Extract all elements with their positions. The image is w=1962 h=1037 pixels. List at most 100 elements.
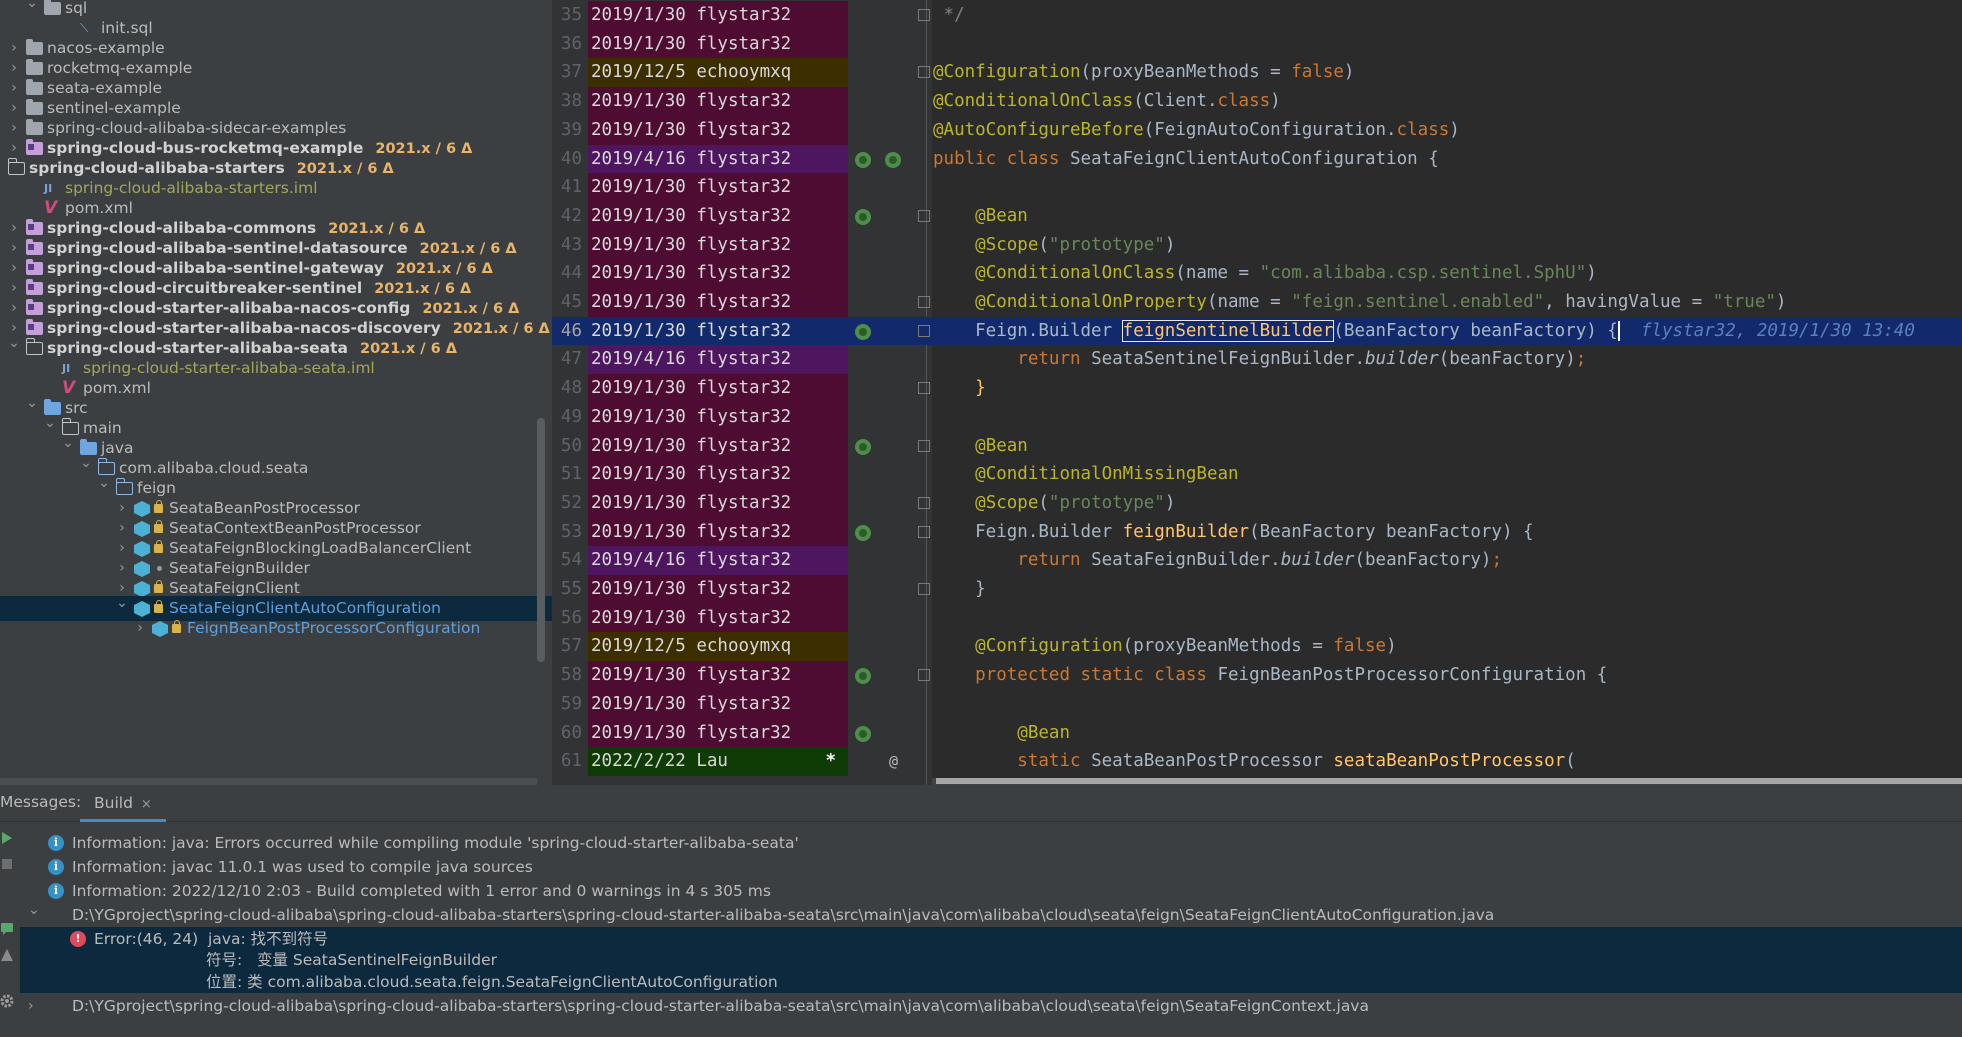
- fold-toggle-icon[interactable]: [918, 439, 930, 452]
- fold-toggle-icon[interactable]: [918, 66, 930, 79]
- gear-icon[interactable]: [0, 994, 14, 1008]
- close-icon[interactable]: ×: [141, 797, 152, 812]
- blame-annotation[interactable]: 2019/1/30 flystar32: [588, 87, 848, 116]
- code-line[interactable]: Feign.Builder feignSentinelBuilder(BeanF…: [932, 316, 1962, 346]
- chevron-down-icon[interactable]: ⌄: [24, 391, 40, 416]
- fold-toggle-icon[interactable]: [918, 296, 930, 308]
- blame-annotation[interactable]: 2019/1/30 flystar32: [588, 230, 848, 260]
- message-row[interactable]: › D:\YGproject\spring-cloud-alibaba\sprin…: [20, 994, 1962, 1018]
- code-line[interactable]: @Scope("prototype"): [932, 231, 1962, 260]
- message-row[interactable]: i Information: javac 11.0.1 was used to c…: [20, 855, 1962, 879]
- chevron-down-icon[interactable]: ⌄: [114, 591, 130, 616]
- code-line[interactable]: @ConditionalOnClass(name = "com.alibaba.…: [932, 259, 1962, 288]
- blame-annotation[interactable]: 2019/4/16 flystar32: [588, 546, 848, 575]
- code-line[interactable]: @Bean: [932, 202, 1962, 231]
- blame-annotation[interactable]: 2019/1/30 flystar32: [588, 201, 848, 231]
- chevron-right-icon[interactable]: ›: [132, 616, 148, 641]
- message-row[interactable]: ⌄ D:\YGproject\spring-cloud-alibaba\sprin…: [20, 902, 1962, 927]
- code-line[interactable]: [932, 173, 1962, 202]
- spring-bean-icon[interactable]: [885, 151, 901, 168]
- editor-horizontal-scrollbar-thumb[interactable]: [936, 778, 1962, 784]
- blame-annotation[interactable]: 2019/1/30 flystar32: [588, 460, 848, 489]
- blame-annotation[interactable]: 2019/1/30 flystar32: [588, 288, 848, 317]
- code-line[interactable]: @Configuration(proxyBeanMethods = false): [932, 632, 1962, 661]
- blame-annotation[interactable]: 2019/12/5 echooymxq: [588, 632, 848, 662]
- code-line[interactable]: return SeataFeignBuilder.builder(beanFac…: [932, 546, 1962, 575]
- blame-annotation[interactable]: 2019/1/30 flystar32: [588, 259, 848, 288]
- code-line[interactable]: @AutoConfigureBefore(FeignAutoConfigurat…: [932, 116, 1962, 145]
- blame-annotation[interactable]: 2022/2/22 Lau *: [588, 747, 848, 776]
- message-row[interactable]: 符号: 变量 SeataSentinelFeignBuilder: [20, 949, 1962, 971]
- code-line[interactable]: @Bean: [932, 432, 1962, 461]
- project-tree-horizontal-scrollbar[interactable]: [0, 778, 537, 785]
- code-line[interactable]: [932, 604, 1962, 633]
- code-line[interactable]: @Scope("prototype"): [932, 489, 1962, 518]
- blame-annotation[interactable]: 2019/1/30 flystar32: [588, 173, 848, 202]
- blame-annotation[interactable]: 2019/1/30 flystar32: [588, 488, 848, 518]
- code-editor[interactable]: */ @Configuration(proxyBeanMethods = fals…: [932, 0, 1962, 785]
- code-line[interactable]: @ConditionalOnMissingBean: [932, 460, 1962, 489]
- blame-annotation[interactable]: 2019/1/30 flystar32: [588, 603, 848, 633]
- code-line[interactable]: @Configuration(proxyBeanMethods = false): [932, 58, 1962, 87]
- fold-toggle-icon[interactable]: [918, 583, 930, 595]
- fold-toggle-icon[interactable]: [918, 669, 930, 682]
- code-line[interactable]: static SeataBeanPostProcessor seataBeanP…: [932, 747, 1962, 776]
- blame-annotation[interactable]: 2019/12/5 echooymxq: [588, 58, 848, 88]
- spring-bean-icon[interactable]: [855, 438, 871, 455]
- project-tree[interactable]: ⌄ sql ⟍ init.sql › nacos-example › rocketmq-exa…: [0, 0, 552, 785]
- blame-annotation[interactable]: 2019/1/30 flystar32: [588, 661, 848, 690]
- tree-item[interactable]: › FeignBeanPostProcessorConfiguration: [0, 616, 552, 641]
- code-line[interactable]: @ConditionalOnProperty(name = "feign.sen…: [932, 288, 1962, 317]
- blame-annotation[interactable]: 2019/1/30 flystar32: [588, 431, 848, 461]
- chevron-down-icon[interactable]: ⌄: [96, 471, 112, 496]
- chevron-right-icon[interactable]: ›: [28, 994, 34, 1018]
- blame-annotation[interactable]: 2019/1/30 flystar32: [588, 115, 848, 145]
- code-line[interactable]: }: [932, 575, 1962, 604]
- chevron-down-icon[interactable]: ⌄: [24, 0, 40, 16]
- blame-annotation[interactable]: 2019/1/30 flystar32: [588, 316, 848, 346]
- code-line[interactable]: [932, 403, 1962, 432]
- spring-bean-icon[interactable]: [855, 725, 871, 742]
- blame-annotation[interactable]: 2019/1/30 flystar32: [588, 1, 848, 30]
- chevron-down-icon[interactable]: ⌄: [42, 411, 58, 436]
- code-line[interactable]: Feign.Builder feignBuilder(BeanFactory b…: [932, 518, 1962, 547]
- chevron-down-icon[interactable]: ⌄: [60, 431, 76, 456]
- project-tree-scrollbar[interactable]: [537, 418, 545, 662]
- chat-icon[interactable]: [0, 922, 14, 936]
- stop-icon[interactable]: [0, 857, 14, 871]
- fold-toggle-icon[interactable]: [918, 324, 930, 337]
- chevron-down-icon[interactable]: ⌄: [28, 898, 40, 922]
- code-line[interactable]: public class SeataFeignClientAutoConfigu…: [932, 145, 1962, 174]
- fold-toggle-icon[interactable]: [918, 209, 930, 222]
- blame-annotation[interactable]: 2019/4/16 flystar32: [588, 345, 848, 375]
- chevron-down-icon[interactable]: ⌄: [6, 331, 22, 356]
- message-row[interactable]: i Information: java: Errors occurred whil…: [20, 831, 1962, 855]
- spring-bean-icon[interactable]: [855, 151, 871, 168]
- message-row[interactable]: i Information: 2022/12/10 2:03 - Build co…: [20, 879, 1962, 903]
- fold-toggle-icon[interactable]: [918, 496, 930, 509]
- blame-annotation[interactable]: 2019/1/30 flystar32: [588, 374, 848, 403]
- blame-annotation[interactable]: 2019/4/16 flystar32: [588, 144, 848, 174]
- warning-icon[interactable]: [0, 948, 14, 962]
- code-line[interactable]: */: [932, 1, 1962, 30]
- rerun-icon[interactable]: [0, 831, 14, 845]
- spring-bean-icon[interactable]: [855, 668, 871, 685]
- fold-toggle-icon[interactable]: [918, 525, 930, 538]
- fold-toggle-icon[interactable]: [918, 382, 930, 395]
- code-line[interactable]: @ConditionalOnClass(Client.class): [932, 87, 1962, 116]
- tab-build[interactable]: Build ×: [80, 785, 166, 822]
- blame-annotation[interactable]: 2019/1/30 flystar32: [588, 517, 848, 547]
- spring-bean-icon[interactable]: [855, 208, 871, 225]
- blame-annotation[interactable]: 2019/1/30 flystar32: [588, 575, 848, 604]
- code-line[interactable]: }: [932, 374, 1962, 403]
- blame-annotation[interactable]: 2019/1/30 flystar32: [588, 29, 848, 59]
- code-line[interactable]: protected static class FeignBeanPostProc…: [932, 661, 1962, 690]
- spring-bean-icon[interactable]: [855, 524, 871, 541]
- code-line[interactable]: [932, 690, 1962, 719]
- blame-annotation[interactable]: 2019/1/30 flystar32: [588, 718, 848, 748]
- spring-bean-icon[interactable]: [855, 323, 871, 340]
- fold-toggle-icon[interactable]: [918, 9, 930, 21]
- code-line[interactable]: @Bean: [932, 719, 1962, 748]
- chevron-down-icon[interactable]: ⌄: [78, 451, 94, 476]
- blame-annotation[interactable]: 2019/1/30 flystar32: [588, 402, 848, 432]
